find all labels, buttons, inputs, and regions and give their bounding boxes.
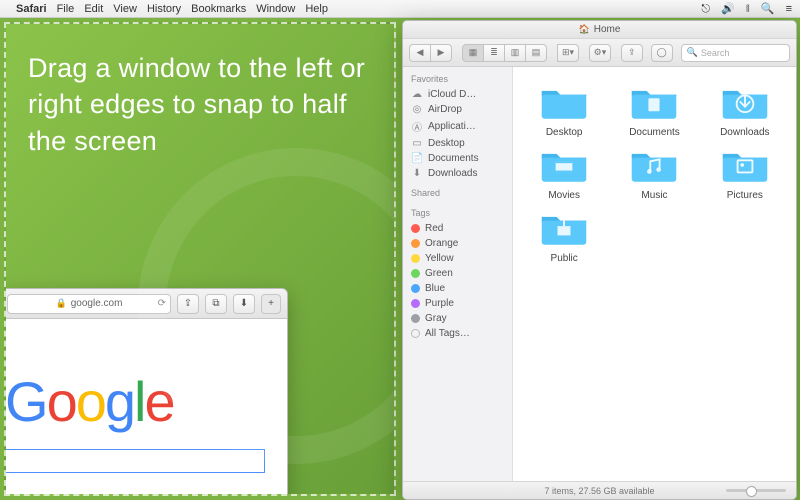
finder-status-bar: 7 items, 27.56 GB available [403, 481, 796, 499]
spotlight-icon[interactable]: 🔍 [761, 3, 775, 15]
view-columns-button[interactable]: ▥ [504, 44, 526, 62]
download-icon: ⬇ [411, 168, 423, 179]
reload-icon[interactable]: ⟳ [158, 298, 166, 309]
tag-dot-icon [411, 314, 420, 323]
tag-dot-icon [411, 239, 420, 248]
tag-dot-icon [411, 269, 420, 278]
desktop-icon: ▭ [411, 138, 423, 149]
back-button[interactable]: ◀ [409, 44, 431, 62]
sidebar-heading-tags: Tags [403, 201, 512, 221]
folder-label: Documents [629, 127, 680, 138]
safari-address-bar[interactable]: 🔒 google.com ⟳ [7, 294, 171, 314]
home-icon: 🏠 [579, 24, 590, 35]
sidebar-tag-all[interactable]: All Tags… [403, 326, 512, 341]
menu-help[interactable]: Help [305, 3, 328, 15]
sidebar-tag-blue[interactable]: Blue [403, 281, 512, 296]
finder-content[interactable]: Desktop Documents Downloads Movies Music Pict… [513, 67, 796, 481]
folder-label: Movies [548, 190, 580, 201]
sidebar-item-airdrop[interactable]: ◎AirDrop [403, 102, 512, 117]
safari-window[interactable]: 🔒 google.com ⟳ ⇪ ⧉ ⬇ + Google [4, 288, 288, 496]
tags-button[interactable]: ◯ [651, 44, 673, 62]
lock-icon: 🔒 [56, 298, 67, 309]
action-button[interactable]: ⚙▾ [589, 44, 611, 62]
view-list-button[interactable]: ≣ [483, 44, 505, 62]
doc-icon: 📄 [411, 153, 423, 164]
folder-label: Music [641, 190, 667, 201]
tag-dot-icon [411, 329, 420, 338]
menu-bookmarks[interactable]: Bookmarks [191, 3, 246, 15]
tabs-button[interactable]: ⧉ [205, 294, 227, 314]
fast-switch-icon[interactable]: ⎋ [701, 3, 710, 15]
folder-label: Desktop [546, 127, 583, 138]
arrange-button[interactable]: ⊞▾ [557, 44, 579, 62]
folder-documents[interactable]: Documents [611, 81, 697, 138]
sidebar-item-downloads[interactable]: ⬇Downloads [403, 166, 512, 181]
finder-title: Home [594, 24, 621, 35]
sidebar-heading-favorites: Favorites [403, 67, 512, 87]
folder-music[interactable]: Music [611, 144, 697, 201]
menu-view[interactable]: View [113, 3, 137, 15]
url-host: google.com [71, 298, 123, 309]
menu-history[interactable]: History [147, 3, 181, 15]
airdrop-icon: ◎ [411, 104, 423, 115]
sidebar-tag-yellow[interactable]: Yellow [403, 251, 512, 266]
sidebar-item-desktop[interactable]: ▭Desktop [403, 136, 512, 151]
sidebar-item-documents[interactable]: 📄Documents [403, 151, 512, 166]
menu-extras-icon[interactable]: ≡ [786, 3, 792, 15]
tag-dot-icon [411, 284, 420, 293]
icon-size-slider[interactable] [726, 489, 786, 492]
finder-window[interactable]: 🏠 Home ◀ ▶ ▦ ≣ ▥ ▤ ⊞▾ ⚙▾ ⇪ ◯ 🔍 Search Fa… [402, 20, 797, 500]
google-logo: Google [4, 369, 287, 435]
sidebar-tag-green[interactable]: Green [403, 266, 512, 281]
new-tab-button[interactable]: + [261, 294, 281, 314]
promo-text: Drag a window to the left or right edges… [6, 24, 394, 159]
sidebar-tag-purple[interactable]: Purple [403, 296, 512, 311]
folder-label: Public [551, 253, 578, 264]
view-icons-button[interactable]: ▦ [462, 44, 484, 62]
safari-page: Google [4, 319, 287, 473]
sidebar-tag-red[interactable]: Red [403, 221, 512, 236]
menubar-status-icons[interactable]: ⎋ 🔊 ⧛ 🔍 ≡ [693, 2, 792, 16]
tag-dot-icon [411, 254, 420, 263]
tag-dot-icon [411, 299, 420, 308]
view-coverflow-button[interactable]: ▤ [525, 44, 547, 62]
folder-desktop[interactable]: Desktop [521, 81, 607, 138]
downloads-button[interactable]: ⬇ [233, 294, 255, 314]
app-menu[interactable]: Safari [16, 3, 47, 15]
status-text: 7 items, 27.56 GB available [544, 486, 654, 496]
menubar: Safari File Edit View History Bookmarks … [0, 0, 800, 18]
sidebar-item-icloud[interactable]: ☁iCloud D… [403, 87, 512, 102]
snap-zone-left: Drag a window to the left or right edges… [4, 22, 396, 496]
cloud-icon: ☁ [411, 89, 423, 100]
finder-search-input[interactable]: 🔍 Search [681, 44, 790, 62]
sidebar-tag-gray[interactable]: Gray [403, 311, 512, 326]
volume-icon[interactable]: 🔊 [721, 3, 735, 15]
folder-pictures[interactable]: Pictures [702, 144, 788, 201]
search-placeholder: Search [701, 48, 730, 58]
apps-icon: Ⓐ [411, 119, 423, 134]
folder-label: Pictures [727, 190, 763, 201]
forward-button[interactable]: ▶ [430, 44, 452, 62]
folder-downloads[interactable]: Downloads [702, 81, 788, 138]
menu-window[interactable]: Window [256, 3, 295, 15]
menu-file[interactable]: File [57, 3, 75, 15]
search-icon: 🔍 [687, 47, 698, 58]
finder-titlebar[interactable]: 🏠 Home [403, 21, 796, 39]
wifi-icon[interactable]: ⧛ [746, 3, 750, 15]
share-finder-button[interactable]: ⇪ [621, 44, 643, 62]
tag-dot-icon [411, 224, 420, 233]
google-search-input[interactable] [5, 449, 265, 473]
finder-sidebar: Favorites ☁iCloud D… ◎AirDrop ⒶApplicati… [403, 67, 513, 481]
finder-toolbar: ◀ ▶ ▦ ≣ ▥ ▤ ⊞▾ ⚙▾ ⇪ ◯ 🔍 Search [403, 39, 796, 67]
share-button[interactable]: ⇪ [177, 294, 199, 314]
sidebar-item-applications[interactable]: ⒶApplicati… [403, 117, 512, 136]
sidebar-tag-orange[interactable]: Orange [403, 236, 512, 251]
folder-label: Downloads [720, 127, 769, 138]
folder-public[interactable]: Public [521, 207, 607, 264]
menu-edit[interactable]: Edit [84, 3, 103, 15]
safari-toolbar: 🔒 google.com ⟳ ⇪ ⧉ ⬇ + [4, 289, 287, 319]
sidebar-heading-shared: Shared [403, 181, 512, 201]
folder-movies[interactable]: Movies [521, 144, 607, 201]
